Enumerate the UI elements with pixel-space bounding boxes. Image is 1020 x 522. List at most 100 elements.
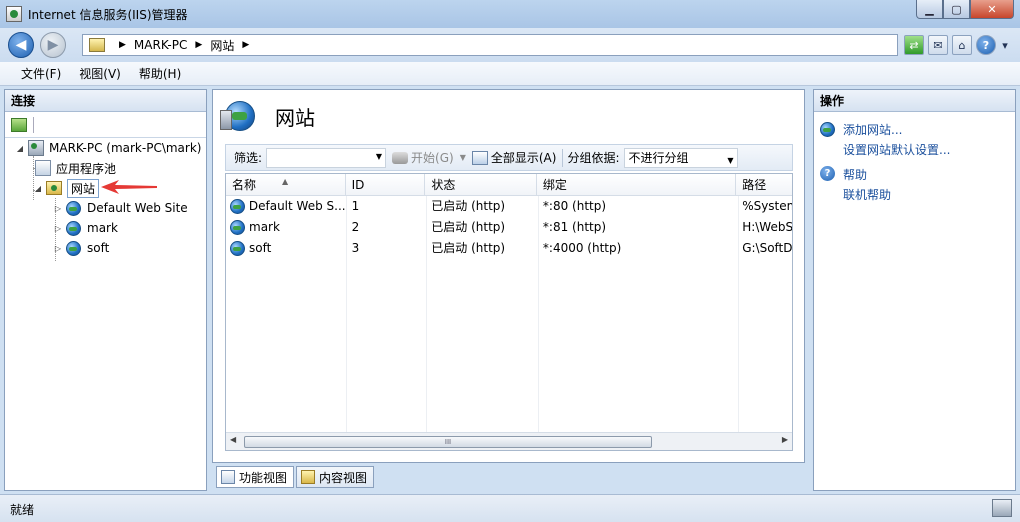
sites-folder-icon <box>89 38 105 52</box>
start-button[interactable]: 开始(G) ▼ <box>392 149 466 166</box>
iis-app-icon <box>6 6 22 22</box>
tree-item-site[interactable]: ▷ mark <box>53 218 118 238</box>
sites-folder-icon <box>46 181 62 195</box>
group-by-select[interactable]: 不进行分组 ▼ <box>623 147 738 170</box>
website-globe-icon <box>66 220 81 236</box>
show-all-button[interactable]: 全部显示(A) <box>471 149 557 166</box>
add-website-link[interactable]: 添加网站... <box>843 121 902 138</box>
back-button[interactable]: ◀ <box>8 32 34 58</box>
network-status-icon <box>992 499 1012 517</box>
column-header-id[interactable]: ID <box>346 174 426 195</box>
breadcrumb-server[interactable]: MARK-PC <box>134 38 187 52</box>
window-title: Internet 信息服务(IIS)管理器 <box>28 7 188 22</box>
table-row[interactable]: mark 2 已启动 (http) *:81 (http) H:\WebS <box>226 217 792 238</box>
close-button[interactable]: ✕ <box>970 0 1014 19</box>
cell-binding: *:81 (http) <box>542 220 607 234</box>
set-site-defaults-link[interactable]: 设置网站默认设置... <box>843 141 950 158</box>
table-row[interactable]: Default Web S... 1 已启动 (http) *:80 (http… <box>226 196 792 217</box>
breadcrumb-sites[interactable]: 网站 <box>210 37 234 54</box>
connect-icon[interactable] <box>11 117 27 132</box>
window-controls: ▁ ▢ ✕ <box>916 0 1014 19</box>
connections-panel: 连接 ◢ MARK-PC (mark-PC\mark) 应用程序池 ◢ 网站 ▷… <box>4 89 207 491</box>
stop-icon[interactable]: ✉ <box>928 35 948 55</box>
forward-button[interactable]: ▶ <box>40 32 66 58</box>
tree-label: 应用程序池 <box>56 161 117 176</box>
cell-status: 已启动 (http) <box>431 241 506 255</box>
actions-header: 操作 <box>814 90 1015 112</box>
title-bar: Internet 信息服务(IIS)管理器 ▁ ▢ ✕ <box>0 0 1020 28</box>
breadcrumb-separator-icon[interactable]: ▶ <box>242 40 249 50</box>
help-icon[interactable]: ? <box>976 35 996 55</box>
cell-name: mark <box>249 220 280 234</box>
website-globe-icon <box>66 200 81 216</box>
expand-icon[interactable]: ▷ <box>53 204 63 213</box>
expand-icon[interactable]: ▷ <box>53 224 63 233</box>
column-header-name[interactable]: ▲ 名称 <box>226 174 346 195</box>
breadcrumb-separator-icon[interactable]: ▶ <box>195 40 202 50</box>
actions-panel: 操作 添加网站... 设置网站默认设置... ? 帮助 联机帮助 <box>813 89 1016 491</box>
tree-item-site[interactable]: ▷ soft <box>53 238 109 258</box>
column-header-status[interactable]: 状态 <box>425 174 537 195</box>
show-all-label: 全部显示(A) <box>490 151 557 165</box>
dropdown-arrow-icon[interactable]: ▼ <box>460 153 466 162</box>
help-link[interactable]: 帮助 <box>843 166 867 183</box>
cell-path: %System <box>742 199 792 213</box>
tree-label: soft <box>87 241 110 255</box>
tree-item-app-pools[interactable]: 应用程序池 <box>35 158 116 178</box>
collapse-icon[interactable]: ◢ <box>33 184 43 193</box>
tab-content-view[interactable]: 内容视图 <box>296 466 375 488</box>
tree-item-server[interactable]: ◢ MARK-PC (mark-PC\mark) <box>15 138 201 158</box>
expand-icon[interactable]: ▷ <box>53 244 63 253</box>
tree-label: MARK-PC (mark-PC\mark) <box>49 141 202 155</box>
collapse-icon[interactable]: ◢ <box>15 144 25 153</box>
cell-binding: *:80 (http) <box>542 199 607 213</box>
refresh-icon[interactable]: ⇄ <box>904 35 924 55</box>
tree-label: Default Web Site <box>87 201 188 215</box>
column-header-path[interactable]: 路径 <box>736 174 792 195</box>
tab-features-view[interactable]: 功能视图 <box>216 466 295 488</box>
filter-divider <box>562 148 564 167</box>
menu-file[interactable]: 文件(F) <box>12 65 70 82</box>
add-site-globe-icon <box>820 122 835 137</box>
scroll-right-icon[interactable]: ▶ <box>782 435 788 444</box>
minimize-button[interactable]: ▁ <box>916 0 943 19</box>
sort-ascending-icon: ▲ <box>282 177 289 186</box>
help-dropdown-icon[interactable]: ▾ <box>1000 35 1010 55</box>
cell-path: H:\WebS <box>742 220 792 234</box>
tree-item-site[interactable]: ▷ Default Web Site <box>53 198 188 218</box>
filter-bar: 筛选: ▼ 开始(G) ▼ 全部显示(A) 分组依据: 不进行分组 ▼ <box>225 144 793 171</box>
breadcrumb-separator-icon[interactable]: ▶ <box>119 40 126 50</box>
table-header: ▲ 名称 ID 状态 绑定 路径 <box>226 174 792 196</box>
website-globe-icon <box>66 240 81 256</box>
cell-status: 已启动 (http) <box>431 199 506 213</box>
maximize-button[interactable]: ▢ <box>943 0 970 19</box>
scroll-left-icon[interactable]: ◀ <box>230 435 236 444</box>
sites-panel: 网站 筛选: ▼ 开始(G) ▼ 全部显示(A) 分组依据: 不进行分组 ▼ ▲… <box>212 89 805 463</box>
address-bar[interactable]: ▶ MARK-PC ▶ 网站 ▶ <box>82 34 898 56</box>
horizontal-scrollbar[interactable]: ◀ III ▶ <box>226 432 792 450</box>
connections-header: 连接 <box>5 90 206 112</box>
server-icon <box>28 140 44 156</box>
scroll-thumb[interactable]: III <box>244 436 652 448</box>
content-view-icon <box>301 470 316 484</box>
cell-name: Default Web S... <box>248 199 346 213</box>
toolbar-divider <box>33 116 34 133</box>
column-header-binding[interactable]: 绑定 <box>537 174 737 195</box>
sites-table: ▲ 名称 ID 状态 绑定 路径 Default Web S... 1 已启动 … <box>225 173 793 451</box>
tree-item-sites[interactable]: ◢ 网站 <box>33 178 100 198</box>
cell-id: 1 <box>351 199 360 213</box>
table-row[interactable]: soft 3 已启动 (http) *:4000 (http) G:\SoftD <box>226 238 792 259</box>
online-help-link[interactable]: 联机帮助 <box>843 186 891 203</box>
connections-toolbar <box>5 112 206 138</box>
menu-view[interactable]: 视图(V) <box>70 65 130 82</box>
dropdown-arrow-icon[interactable]: ▼ <box>376 152 382 161</box>
menu-help[interactable]: 帮助(H) <box>130 65 190 82</box>
tree-label: mark <box>87 221 118 235</box>
features-view-icon <box>221 470 235 484</box>
dropdown-arrow-icon[interactable]: ▼ <box>727 152 733 170</box>
page-title: 网站 <box>275 105 315 130</box>
home-icon[interactable]: ⌂ <box>952 35 972 55</box>
app-pool-icon <box>35 160 51 176</box>
filter-input[interactable]: ▼ <box>266 147 387 168</box>
status-bar: 就绪 <box>0 494 1020 522</box>
